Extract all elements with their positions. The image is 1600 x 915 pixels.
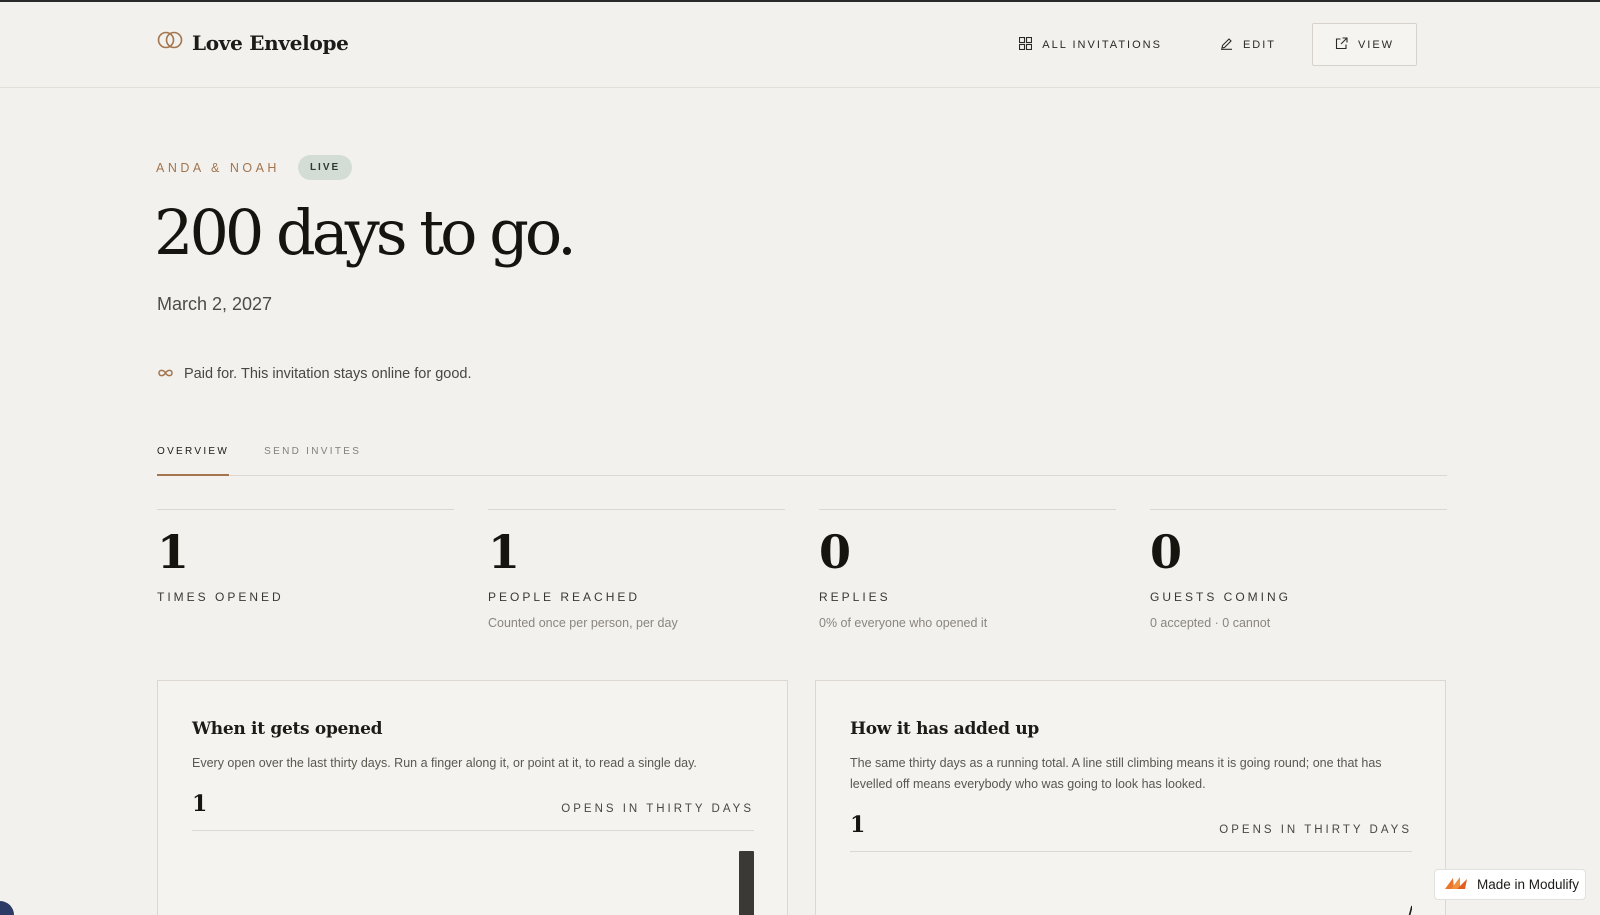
stat-value: 1 <box>157 525 189 579</box>
status-badge: LIVE <box>297 155 353 180</box>
top-header: Love Envelope ALL INVITATIONS EDIT VIEW <box>0 2 1600 88</box>
tab-overview[interactable]: OVERVIEW <box>157 438 230 476</box>
card-title: How it has added up <box>850 719 1040 739</box>
card-description: Every open over the last thirty days. Ru… <box>192 756 697 770</box>
tab-send-invites[interactable]: SEND INVITES <box>264 438 361 476</box>
card-metric: 1 OPENS IN THIRTY DAYS <box>192 791 754 831</box>
page-title: 200 days to go. <box>154 196 577 269</box>
cumulative-line-chart[interactable] <box>850 871 1412 915</box>
grid-icon <box>1019 36 1033 53</box>
edit-link[interactable]: EDIT <box>1220 37 1276 53</box>
wedding-date: March 2, 2027 <box>157 294 273 314</box>
stat-label: REPLIES <box>819 590 891 604</box>
all-invitations-link[interactable]: ALL INVITATIONS <box>1019 36 1162 53</box>
all-invitations-label: ALL INVITATIONS <box>1042 38 1162 51</box>
stat-note: Counted once per person, per day <box>488 616 678 630</box>
stat-value: 1 <box>488 525 520 579</box>
tab-bar: OVERVIEW SEND INVITES <box>157 438 1447 476</box>
modulify-logo-icon <box>1443 874 1469 895</box>
opens-card: When it gets opened Every open over the … <box>157 680 788 915</box>
view-button[interactable]: VIEW <box>1312 23 1417 66</box>
metric-value: 1 <box>192 791 208 817</box>
chart-bar-day-30[interactable] <box>739 851 754 915</box>
stat-guests-coming: 0 GUESTS COMING 0 accepted · 0 cannot <box>1150 509 1447 639</box>
metric-label: OPENS IN THIRTY DAYS <box>561 803 754 815</box>
pencil-icon <box>1220 37 1233 53</box>
paid-note: Paid for. This invitation stays online f… <box>157 366 471 382</box>
card-description: The same thirty days as a running total.… <box>850 756 1382 791</box>
couple-row: ANDA & NOAH LIVE <box>156 155 353 180</box>
card-title: When it gets opened <box>192 719 383 739</box>
stat-value: 0 <box>1150 525 1182 579</box>
cumulative-card: How it has added up The same thirty days… <box>815 680 1446 915</box>
stat-label: TIMES OPENED <box>157 590 284 604</box>
stat-note: 0 accepted · 0 cannot <box>1150 616 1271 630</box>
stat-label: PEOPLE REACHED <box>488 590 641 604</box>
stats-row: 1 TIMES OPENED 1 PEOPLE REACHED Counted … <box>157 509 1447 639</box>
made-in-modulify-badge[interactable]: Made in Modulify <box>1434 869 1586 900</box>
made-in-modulify-label: Made in Modulify <box>1477 877 1580 892</box>
edit-label: EDIT <box>1242 38 1276 51</box>
stat-value: 0 <box>819 525 851 579</box>
stat-label: GUESTS COMING <box>1150 590 1292 604</box>
brand-name: Love Envelope <box>192 30 349 55</box>
stat-people-reached: 1 PEOPLE REACHED Counted once per person… <box>488 509 785 639</box>
couple-names: ANDA & NOAH <box>156 160 280 175</box>
view-label: VIEW <box>1357 38 1395 51</box>
top-nav: ALL INVITATIONS EDIT VIEW <box>1019 23 1417 66</box>
external-link-icon <box>1335 36 1348 53</box>
stat-replies: 0 REPLIES 0% of everyone who opened it <box>819 509 1116 639</box>
chart-line <box>1408 905 1412 915</box>
paid-note-text: Paid for. This invitation stays online f… <box>184 366 472 382</box>
stat-times-opened: 1 TIMES OPENED <box>157 509 454 639</box>
window-corner <box>0 901 14 915</box>
rings-icon <box>156 30 184 55</box>
metric-label: OPENS IN THIRTY DAYS <box>1219 824 1412 836</box>
stat-note: 0% of everyone who opened it <box>819 616 988 630</box>
opens-bar-chart[interactable] <box>192 851 754 915</box>
card-metric: 1 OPENS IN THIRTY DAYS <box>850 812 1412 852</box>
metric-value: 1 <box>850 812 866 838</box>
infinity-icon <box>157 366 174 382</box>
brand-logo[interactable]: Love Envelope <box>156 30 349 55</box>
